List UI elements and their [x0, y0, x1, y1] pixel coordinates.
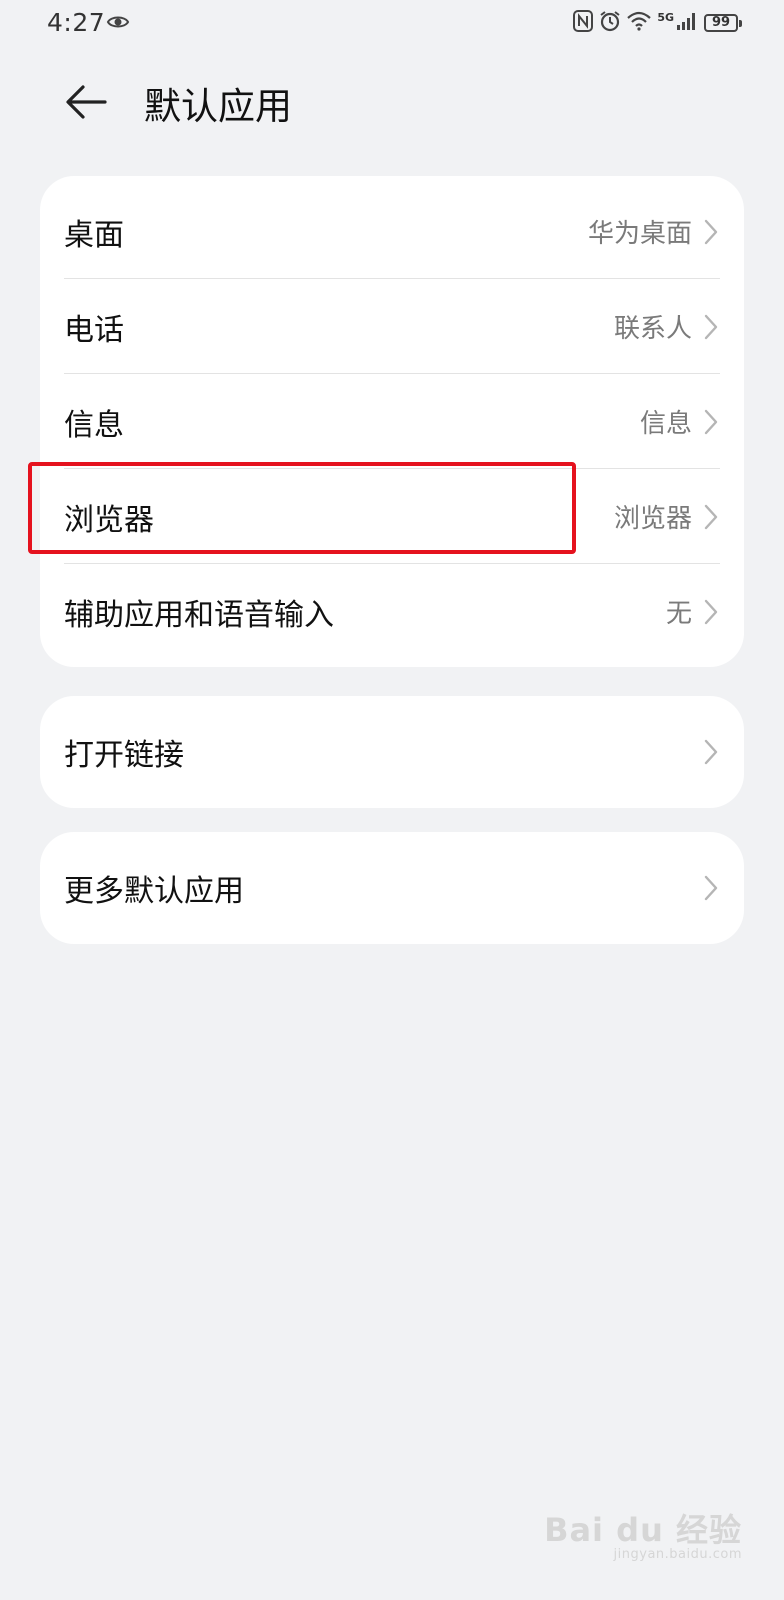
more-default-apps-card: 更多默认应用 [40, 832, 744, 944]
chevron-right-icon [702, 597, 720, 627]
row-label: 信息 [64, 407, 124, 443]
nfc-icon [573, 10, 594, 36]
row-label: 辅助应用和语音输入 [64, 597, 334, 633]
row-value: 华为桌面 [587, 219, 692, 249]
arrow-left-icon [65, 84, 107, 124]
row-browser[interactable]: 浏览器 浏览器 [40, 469, 744, 564]
row-value: 浏览器 [613, 504, 692, 534]
eye-icon [106, 10, 130, 38]
row-value: 联系人 [613, 314, 692, 344]
row-label: 打开链接 [64, 738, 184, 773]
row-label: 浏览器 [64, 502, 154, 538]
chevron-right-icon [702, 312, 720, 342]
row-more-default-apps[interactable]: 更多默认应用 [40, 832, 744, 944]
row-assist-voice[interactable]: 辅助应用和语音输入 无 [40, 564, 744, 659]
status-time: 4:27 [47, 8, 106, 37]
battery-icon: 99 [704, 14, 742, 32]
open-links-card: 打开链接 [40, 696, 744, 808]
row-messages[interactable]: 信息 信息 [40, 374, 744, 469]
chevron-right-icon [702, 502, 720, 532]
row-desktop[interactable]: 桌面 华为桌面 [40, 184, 744, 279]
row-value: 信息 [639, 409, 692, 439]
chevron-right-icon [702, 407, 720, 437]
page-title: 默认应用 [144, 85, 292, 128]
row-phone[interactable]: 电话 联系人 [40, 279, 744, 374]
status-bar: 4:27 5G 99 [0, 0, 784, 48]
watermark-logo: Bai du 经验 [544, 1511, 742, 1549]
signal-icon [676, 11, 698, 35]
default-apps-card: 桌面 华为桌面 电话 联系人 信息 信息 浏览器 浏览器 辅助应用和语音输入 无 [40, 176, 744, 667]
chevron-right-icon [702, 737, 720, 767]
watermark: Bai du 经验 jingyan.baidu.com [544, 1505, 742, 1562]
back-button[interactable] [60, 78, 112, 130]
battery-level: 99 [711, 15, 731, 30]
row-value: 无 [665, 599, 692, 629]
row-label: 电话 [64, 312, 124, 348]
status-icons: 5G 99 [573, 10, 742, 36]
chevron-right-icon [702, 873, 720, 903]
network-type: 5G [657, 10, 674, 24]
wifi-icon [627, 11, 652, 35]
alarm-icon [599, 10, 621, 36]
row-label: 更多默认应用 [64, 874, 244, 909]
chevron-right-icon [702, 217, 720, 247]
row-open-links[interactable]: 打开链接 [40, 696, 744, 808]
row-label: 桌面 [64, 217, 124, 253]
